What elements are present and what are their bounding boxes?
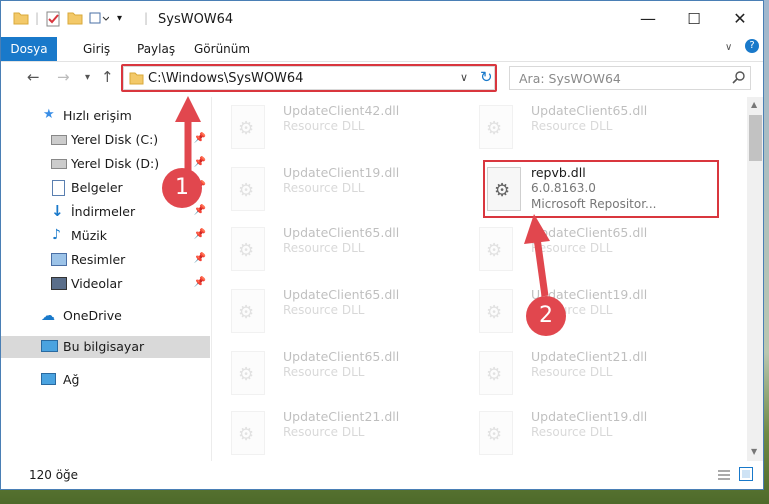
annotation-arrows xyxy=(175,96,550,297)
arrow-2-head xyxy=(524,214,550,244)
arrow-2-shaft xyxy=(533,237,549,297)
step-2-badge: 2 xyxy=(526,296,566,336)
step-1-badge: 1 xyxy=(162,168,202,208)
arrow-1-head xyxy=(175,96,201,122)
